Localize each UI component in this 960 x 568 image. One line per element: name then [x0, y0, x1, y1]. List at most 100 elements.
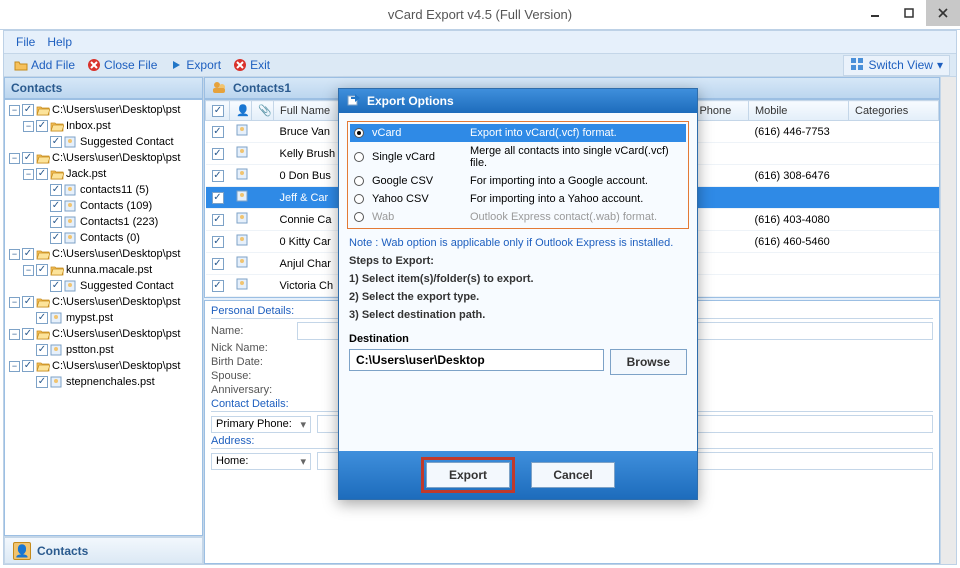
tree-expander-icon[interactable]: − — [9, 329, 20, 340]
export-option-vcard[interactable]: vCardExport into vCard(.vcf) format. — [350, 124, 686, 142]
row-checkbox[interactable]: ✓ — [212, 214, 224, 226]
sidebar-contacts-tab[interactable]: 👤 Contacts — [5, 537, 202, 563]
tree-checkbox[interactable]: ✓ — [22, 104, 34, 116]
export-highlight: Export — [421, 457, 515, 493]
tree-expander-icon[interactable]: − — [23, 121, 34, 132]
tree-label: contacts11 (5) — [80, 182, 149, 198]
toolbar-export-button[interactable]: Export — [165, 55, 225, 75]
col-icon-2[interactable]: 📎 — [252, 101, 274, 121]
export-option-single-vcard[interactable]: Single vCardMerge all contacts into sing… — [350, 142, 686, 172]
tree-node[interactable]: −✓ C:\Users\user\Desktop\pst — [7, 102, 202, 118]
tree-checkbox[interactable]: ✓ — [22, 152, 34, 164]
tree-expander-icon[interactable]: − — [23, 169, 34, 180]
minimize-button[interactable] — [858, 0, 892, 26]
tree-checkbox[interactable]: ✓ — [50, 184, 62, 196]
close-file-button[interactable]: Close File — [83, 55, 161, 75]
col-categories[interactable]: Categories — [849, 101, 939, 121]
tree-checkbox[interactable]: ✓ — [22, 328, 34, 340]
tree-expander-icon[interactable]: − — [9, 297, 20, 308]
folder-tree[interactable]: −✓C:\Users\user\Desktop\pst−✓Inbox.pst✓S… — [4, 99, 203, 536]
col-icon-1[interactable]: 👤 — [230, 101, 252, 121]
row-checkbox[interactable]: ✓ — [212, 280, 224, 292]
browse-button[interactable]: Browse — [610, 349, 687, 375]
row-checkbox[interactable]: ✓ — [212, 236, 224, 248]
tree-label: C:\Users\user\Desktop\pst — [52, 150, 180, 166]
tree-checkbox[interactable]: ✓ — [36, 168, 48, 180]
address-type-dropdown[interactable]: Home: — [211, 453, 311, 470]
play-icon — [169, 58, 183, 72]
export-option-google-csv[interactable]: Google CSVFor importing into a Google ac… — [350, 172, 686, 190]
contact-card-icon — [236, 237, 250, 249]
radio-icon — [354, 152, 364, 162]
tree-expander-icon[interactable]: − — [9, 105, 20, 116]
tree-node[interactable]: ✓Suggested Contact — [35, 278, 202, 294]
header-checkbox[interactable]: ✓ — [212, 105, 224, 117]
tree-node[interactable]: ✓ contacts11 (5) — [35, 182, 202, 198]
tree-node[interactable]: −✓C:\Users\user\Desktop\pst — [7, 326, 202, 342]
menu-help[interactable]: Help — [47, 35, 72, 49]
tree-checkbox[interactable]: ✓ — [36, 120, 48, 132]
tree-checkbox[interactable]: ✓ — [50, 136, 62, 148]
folder-add-icon — [14, 58, 28, 72]
contact-card-icon — [236, 171, 250, 183]
col-check[interactable]: ✓ — [206, 101, 230, 121]
tree-checkbox[interactable]: ✓ — [50, 232, 62, 244]
tree-node[interactable]: −✓ C:\Users\user\Desktop\pst — [7, 358, 202, 374]
tree-checkbox[interactable]: ✓ — [50, 200, 62, 212]
tree-checkbox[interactable]: ✓ — [50, 280, 62, 292]
row-checkbox[interactable]: ✓ — [212, 126, 224, 138]
exit-button[interactable]: Exit — [229, 55, 274, 75]
vertical-scrollbar[interactable] — [940, 77, 956, 564]
tree-node[interactable]: −✓C:\Users\user\Desktop\pst — [7, 294, 202, 310]
switch-view-label: Switch View — [868, 58, 932, 72]
tree-expander-icon[interactable]: − — [9, 153, 20, 164]
tree-expander-icon[interactable]: − — [9, 249, 20, 260]
tree-node[interactable]: −✓Inbox.pst — [21, 118, 202, 134]
dialog-titlebar[interactable]: Export Options — [339, 89, 697, 113]
col-mobile[interactable]: Mobile — [749, 101, 849, 121]
tree-expander-icon[interactable]: − — [9, 361, 20, 372]
tree-node[interactable]: ✓Contacts (109) — [35, 198, 202, 214]
tree-node[interactable]: ✓mypst.pst — [21, 310, 202, 326]
switch-view-button[interactable]: Switch View ▾ — [843, 55, 950, 76]
tree-node[interactable]: ✓stepnenchales.pst — [21, 374, 202, 390]
tree-node[interactable]: −✓ C:\Users\user\Desktop\pst — [7, 150, 202, 166]
label-anniv: Anniversary: — [211, 384, 291, 396]
tree-checkbox[interactable]: ✓ — [22, 360, 34, 372]
tree-node[interactable]: ✓Contacts1 (223) — [35, 214, 202, 230]
tree-node[interactable]: −✓kunna.macale.pst — [21, 262, 202, 278]
tree-node[interactable]: ✓Suggested Contact — [35, 134, 202, 150]
tree-label: C:\Users\user\Desktop\pst — [52, 358, 180, 374]
option-name: Google CSV — [372, 175, 462, 187]
contacts-group-icon — [211, 79, 227, 98]
tree-checkbox[interactable]: ✓ — [36, 344, 48, 356]
destination-input[interactable] — [349, 349, 604, 371]
row-checkbox[interactable]: ✓ — [212, 170, 224, 182]
radio-icon — [354, 128, 364, 138]
maximize-button[interactable] — [892, 0, 926, 26]
row-checkbox[interactable]: ✓ — [212, 192, 224, 204]
tree-node[interactable]: −✓Jack.pst — [21, 166, 202, 182]
tree-expander-icon[interactable]: − — [23, 265, 34, 276]
menu-file[interactable]: File — [16, 35, 35, 49]
tree-checkbox[interactable]: ✓ — [36, 376, 48, 388]
row-checkbox[interactable]: ✓ — [212, 148, 224, 160]
close-button[interactable] — [926, 0, 960, 26]
primary-phone-dropdown[interactable]: Primary Phone: — [211, 416, 311, 433]
contact-card-icon — [236, 281, 250, 293]
export-option-yahoo-csv[interactable]: Yahoo CSVFor importing into a Yahoo acco… — [350, 190, 686, 208]
tree-node[interactable]: ✓pstton.pst — [21, 342, 202, 358]
tree-label: C:\Users\user\Desktop\pst — [52, 102, 180, 118]
tree-checkbox[interactable]: ✓ — [22, 296, 34, 308]
dialog-cancel-button[interactable]: Cancel — [531, 462, 615, 488]
tree-checkbox[interactable]: ✓ — [36, 264, 48, 276]
tree-checkbox[interactable]: ✓ — [22, 248, 34, 260]
tree-node[interactable]: ✓Contacts (0) — [35, 230, 202, 246]
row-checkbox[interactable]: ✓ — [212, 258, 224, 270]
tree-checkbox[interactable]: ✓ — [36, 312, 48, 324]
contact-leaf-icon — [50, 343, 64, 357]
tree-checkbox[interactable]: ✓ — [50, 216, 62, 228]
dialog-export-button[interactable]: Export — [426, 462, 510, 488]
tree-node[interactable]: −✓C:\Users\user\Desktop\pst — [7, 246, 202, 262]
add-file-button[interactable]: Add File — [10, 55, 79, 75]
